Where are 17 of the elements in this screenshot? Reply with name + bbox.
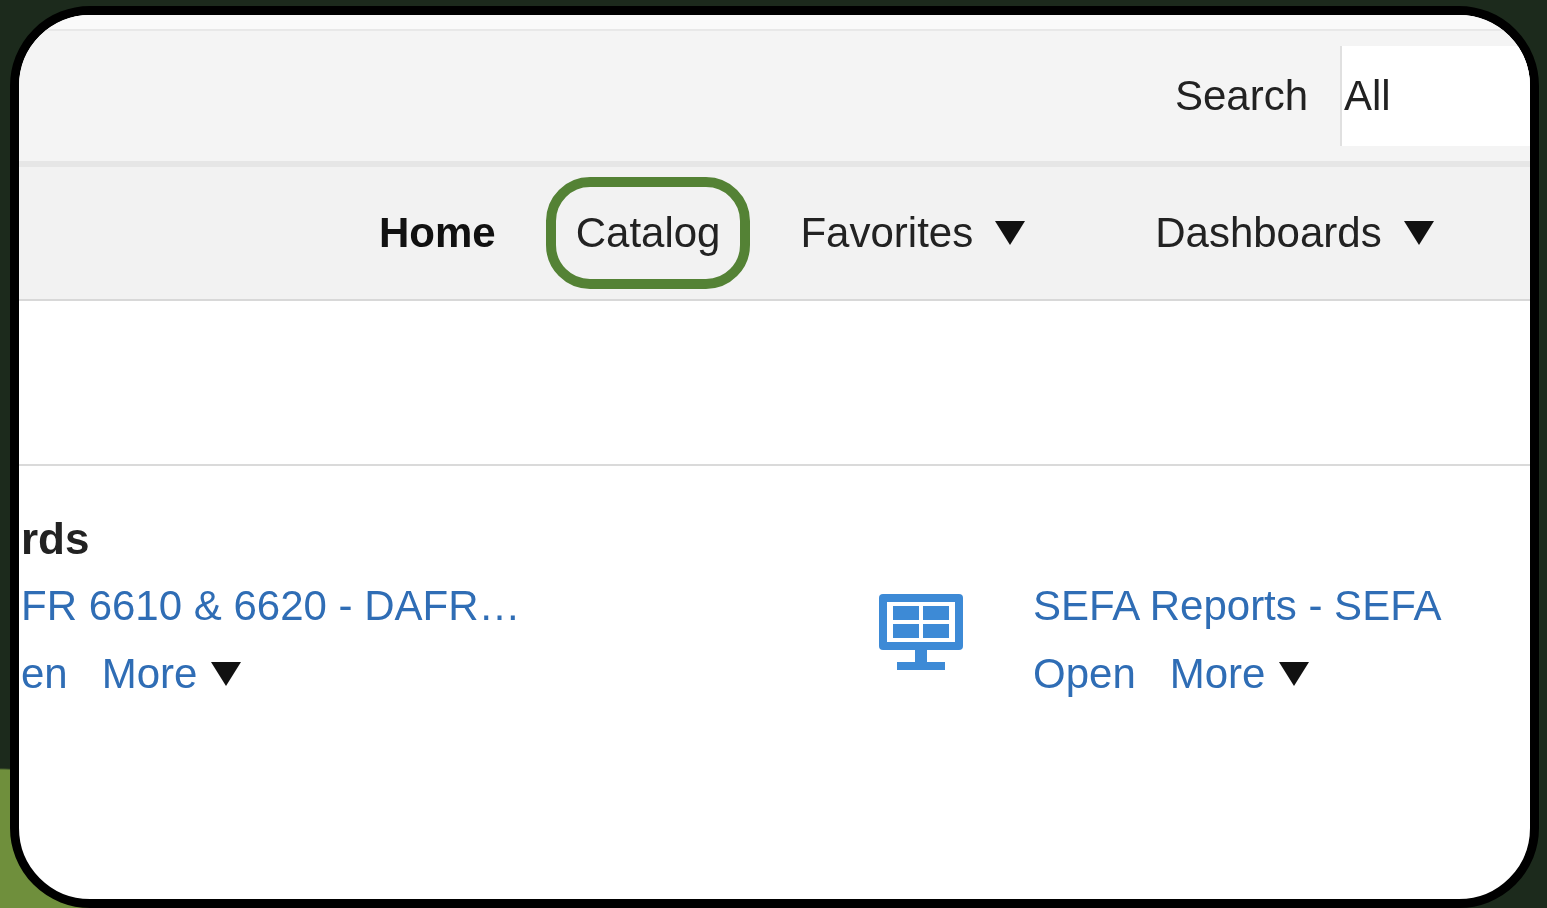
action-link[interactable]: en: [21, 650, 68, 698]
dashboard-link[interactable]: FR 6610 & 6620 - DAFR…: [21, 582, 521, 630]
search-label: Search: [1174, 72, 1308, 120]
action-link[interactable]: More: [1169, 650, 1310, 698]
nav-tab[interactable]: Favorites: [770, 177, 1056, 289]
caret-icon: [1279, 662, 1310, 686]
action-link[interactable]: Open: [1033, 650, 1136, 698]
caret-icon: [1403, 221, 1434, 245]
nav-tab[interactable]: Home: [349, 177, 526, 289]
caret-icon: [995, 221, 1026, 245]
action-link[interactable]: More: [101, 650, 242, 698]
caret-icon: [211, 662, 242, 686]
nav-tab[interactable]: Catalog: [545, 177, 751, 289]
section-heading: rds: [21, 514, 91, 564]
dashboard-link[interactable]: SEFA Reports - SEFA: [1033, 582, 1442, 630]
search-field[interactable]: All: [1340, 46, 1530, 146]
nav-tab[interactable]: Dashboards: [1125, 177, 1464, 289]
